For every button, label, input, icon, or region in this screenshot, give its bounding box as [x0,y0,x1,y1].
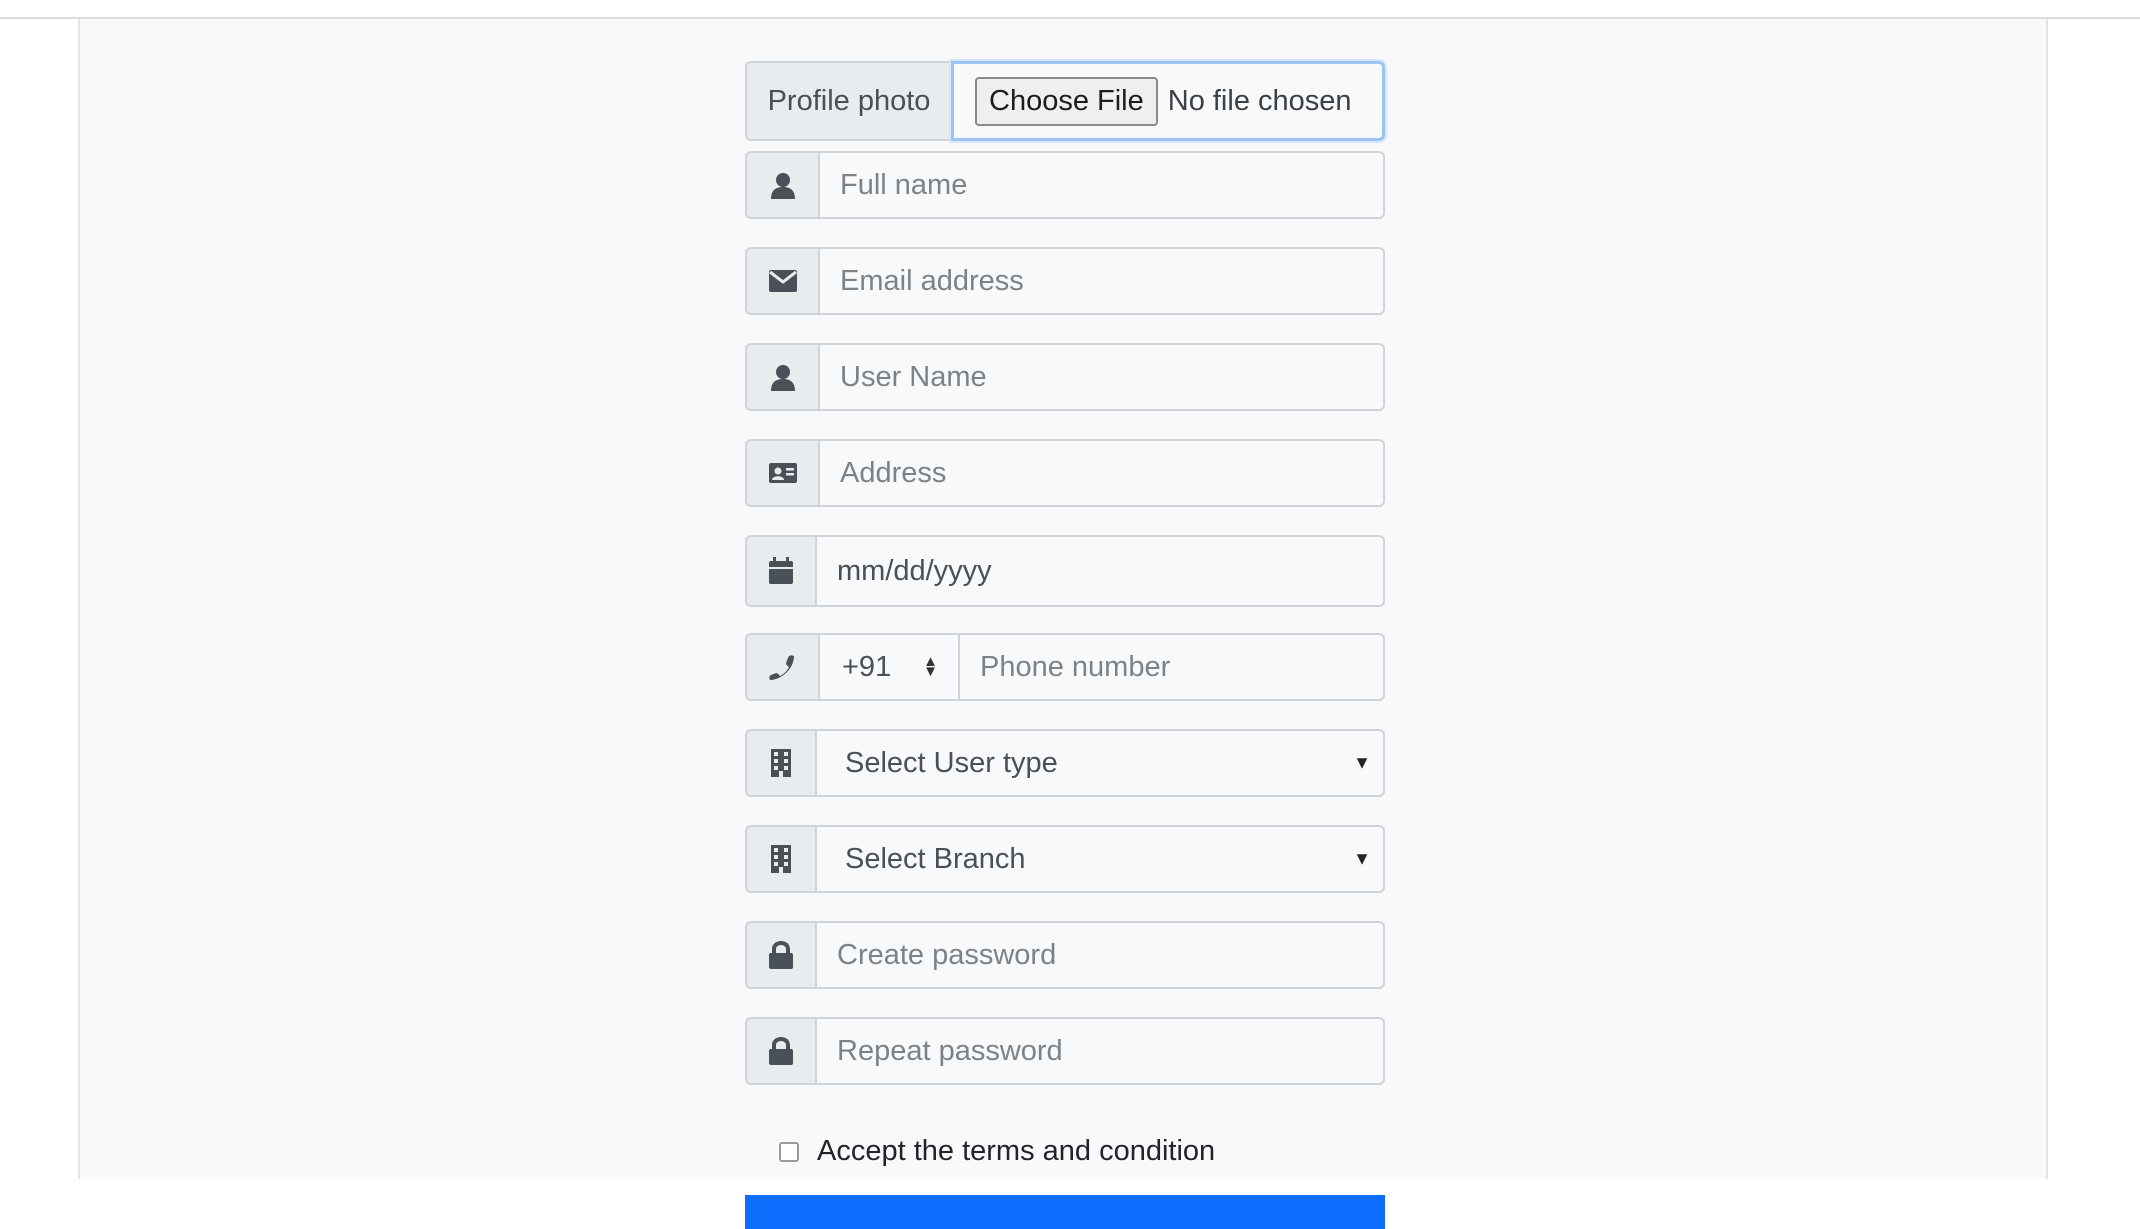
file-status-text: No file chosen [1167,84,1352,117]
submit-button[interactable] [745,1189,1385,1229]
branch-select[interactable]: Select Branch ▼ [815,825,1385,893]
terms-label: Accept the terms and condition [817,1135,1216,1167]
branch-selected-value: Select Branch [845,842,1026,875]
username-input[interactable]: User Name [818,343,1385,411]
user-type-select[interactable]: Select User type ▼ [815,729,1385,797]
chevron-down-icon: ▼ [1353,752,1371,773]
user-type-group: Select User type ▼ [745,729,1385,797]
branch-group: Select Branch ▼ [745,825,1385,893]
email-group: Email address [745,247,1385,315]
calendar-icon [745,535,815,607]
terms-row: Accept the terms and condition [779,1135,1215,1168]
user-type-selected-value: Select User type [845,746,1058,779]
phone-icon [745,633,818,701]
profile-photo-label: Profile photo [745,61,951,141]
repeat-password-group: Repeat password [745,1017,1385,1085]
password-group: Create password [745,921,1385,989]
lock-icon [745,921,815,989]
user-icon [745,151,818,219]
create-password-input[interactable]: Create password [815,921,1385,989]
profile-photo-group: Profile photo Choose File No file chosen [745,61,1385,141]
chevron-down-icon: ▼ [1353,848,1371,869]
address-input[interactable]: Address [818,439,1385,507]
repeat-password-input[interactable]: Repeat password [815,1017,1385,1085]
choose-file-button[interactable]: Choose File [975,76,1158,126]
country-code-value: +91 [842,650,892,683]
lock-icon [745,1017,815,1085]
profile-photo-input[interactable]: Choose File No file chosen [951,61,1385,141]
username-group: User Name [745,343,1385,411]
page-bottom-edge [0,1179,2140,1195]
dob-input[interactable]: mm/dd/yyyy [815,535,1385,607]
email-input[interactable]: Email address [818,247,1385,315]
phone-group: +91 ▲ ▼ Phone number [745,633,1385,701]
browser-top-edge [0,0,2140,19]
page-container: Profile photo Choose File No file chosen… [78,19,2048,1229]
envelope-icon [745,247,818,315]
spinner-arrows-icon: ▲ ▼ [923,653,938,680]
country-code-select[interactable]: +91 ▲ ▼ [818,633,958,701]
phone-input[interactable]: Phone number [958,633,1385,701]
terms-checkbox[interactable] [779,1141,799,1162]
dob-group: mm/dd/yyyy [745,535,1385,607]
address-group: Address [745,439,1385,507]
user-icon [745,343,818,411]
id-card-icon [745,439,818,507]
building-icon [745,729,815,797]
full-name-group: Full name [745,151,1385,219]
building-icon [745,825,815,893]
full-name-input[interactable]: Full name [818,151,1385,219]
